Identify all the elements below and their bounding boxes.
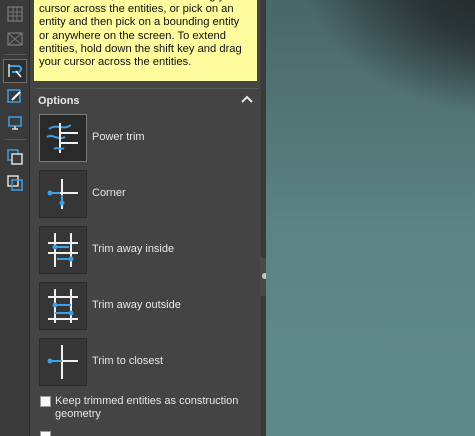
- option-corner[interactable]: Corner: [39, 170, 219, 218]
- extend-entities-icon[interactable]: [3, 85, 27, 109]
- trim-to-closest-icon[interactable]: [39, 338, 87, 386]
- corner-icon[interactable]: [39, 170, 87, 218]
- keep-trimmed-construction-option[interactable]: Keep trimmed entities as construction ge…: [39, 395, 249, 423]
- next-checkbox-row[interactable]: [39, 430, 249, 436]
- option-label: Trim away inside: [92, 243, 175, 255]
- chevron-up-icon[interactable]: [241, 94, 253, 104]
- offset-entities-icon[interactable]: [3, 111, 27, 135]
- option-label: Trim to closest: [92, 355, 164, 367]
- options-group-header[interactable]: Options: [30, 89, 261, 111]
- help-tooltip: To trim entities, hold down and drag you…: [34, 0, 257, 81]
- left-toolbar: [0, 0, 30, 436]
- keep-trimmed-checkbox[interactable]: [40, 396, 51, 407]
- option-label: Corner: [92, 187, 126, 199]
- grid-entity-icon[interactable]: [3, 2, 27, 26]
- property-manager-panel: To trim entities, hold down and drag you…: [30, 0, 261, 436]
- graphics-viewport[interactable]: [266, 0, 475, 436]
- mesh-entity-icon[interactable]: [3, 27, 27, 51]
- trim-away-outside-icon[interactable]: [39, 282, 87, 330]
- power-trim-icon[interactable]: [39, 114, 87, 162]
- option-power-trim[interactable]: Power trim: [39, 114, 219, 162]
- next-checkbox[interactable]: [40, 431, 51, 436]
- option-trim-away-outside[interactable]: Trim away outside: [39, 282, 219, 330]
- options-title: Options: [38, 95, 80, 107]
- option-trim-to-closest[interactable]: Trim to closest: [39, 338, 219, 386]
- trim-away-inside-icon[interactable]: [39, 226, 87, 274]
- checkbox-label: Keep trimmed entities as construction ge…: [55, 395, 239, 420]
- tooltip-text: To trim entities, hold down and drag you…: [39, 0, 242, 69]
- option-label: Trim away outside: [92, 299, 181, 311]
- option-label: Power trim: [92, 131, 145, 143]
- trim-entities-icon[interactable]: [3, 59, 27, 83]
- intersection-curve-icon[interactable]: [3, 171, 27, 195]
- option-trim-away-inside[interactable]: Trim away inside: [39, 226, 219, 274]
- convert-entities-icon[interactable]: [3, 145, 27, 169]
